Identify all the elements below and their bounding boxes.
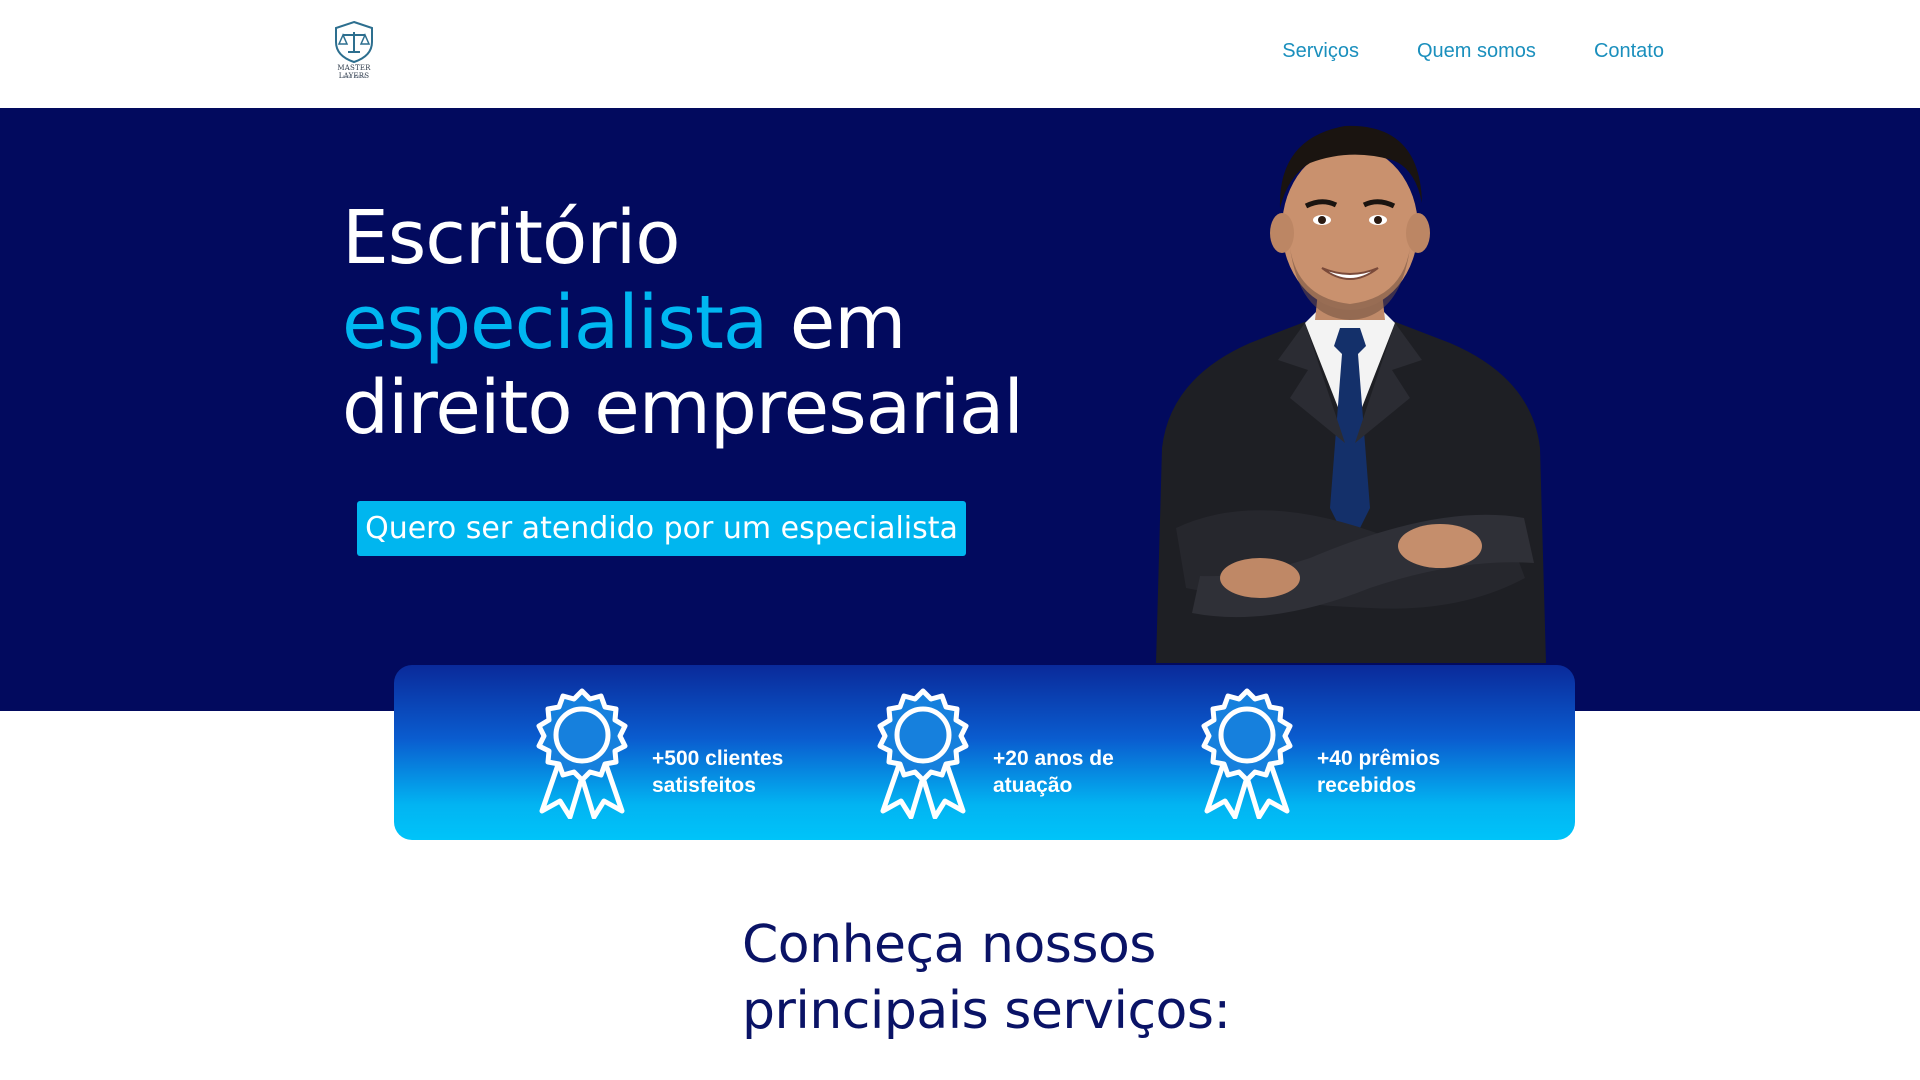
stat-clients-line1: +500 clientes — [652, 747, 784, 770]
stat-awards-line2: recebidos — [1317, 774, 1417, 797]
cta-button[interactable]: Quero ser atendido por um especialista — [357, 501, 966, 556]
scales-shield-icon — [335, 20, 373, 64]
services-heading: Conheça nossos principais serviços: — [742, 912, 1342, 1044]
nav-link-contato[interactable]: Contato — [1594, 40, 1664, 63]
stat-clients-label: +500 clientes satisfeitos — [652, 745, 852, 799]
stat-years: +20 anos de atuação — [871, 687, 1151, 819]
main-nav: Serviços Quem somos Contato — [1282, 40, 1664, 63]
stat-years-line2: atuação — [993, 774, 1073, 797]
nav-link-servicos[interactable]: Serviços — [1282, 40, 1359, 63]
services-heading-line2: principais serviços: — [742, 981, 1231, 1041]
logo[interactable]: MASTER LAYERS LAW FIRM — [322, 20, 386, 82]
stats-panel: +500 clientes satisfeitos +20 anos de at… — [394, 665, 1575, 840]
hero-section: Escritório especialista em direito empre… — [0, 108, 1920, 711]
logo-subtitle: LAW FIRM — [342, 74, 366, 79]
stat-awards-label: +40 prêmios recebidos — [1317, 745, 1517, 799]
lawyer-portrait — [1156, 125, 1546, 663]
nav-link-quem-somos[interactable]: Quem somos — [1417, 40, 1536, 63]
hero-title-line1: Escritório — [342, 195, 681, 281]
site-header: MASTER LAYERS LAW FIRM Serviços Quem som… — [0, 0, 1920, 108]
award-ribbon-icon — [1201, 688, 1293, 819]
hero-title-line3: direito empresarial — [342, 365, 1024, 451]
stat-clients: +500 clientes satisfeitos — [530, 687, 810, 819]
stat-years-label: +20 anos de atuação — [993, 745, 1193, 799]
stat-years-line1: +20 anos de — [993, 747, 1114, 770]
stat-awards: +40 prêmios recebidos — [1195, 687, 1475, 819]
stat-clients-line2: satisfeitos — [652, 774, 756, 797]
award-ribbon-icon — [536, 688, 628, 819]
stat-awards-line1: +40 prêmios — [1317, 747, 1441, 770]
hero-title-accent: especialista — [342, 280, 768, 366]
hero-title: Escritório especialista em direito empre… — [342, 196, 1062, 451]
services-heading-line1: Conheça nossos — [742, 915, 1156, 975]
hero-title-line2-rest: em — [767, 280, 907, 366]
award-ribbon-icon — [877, 688, 969, 819]
